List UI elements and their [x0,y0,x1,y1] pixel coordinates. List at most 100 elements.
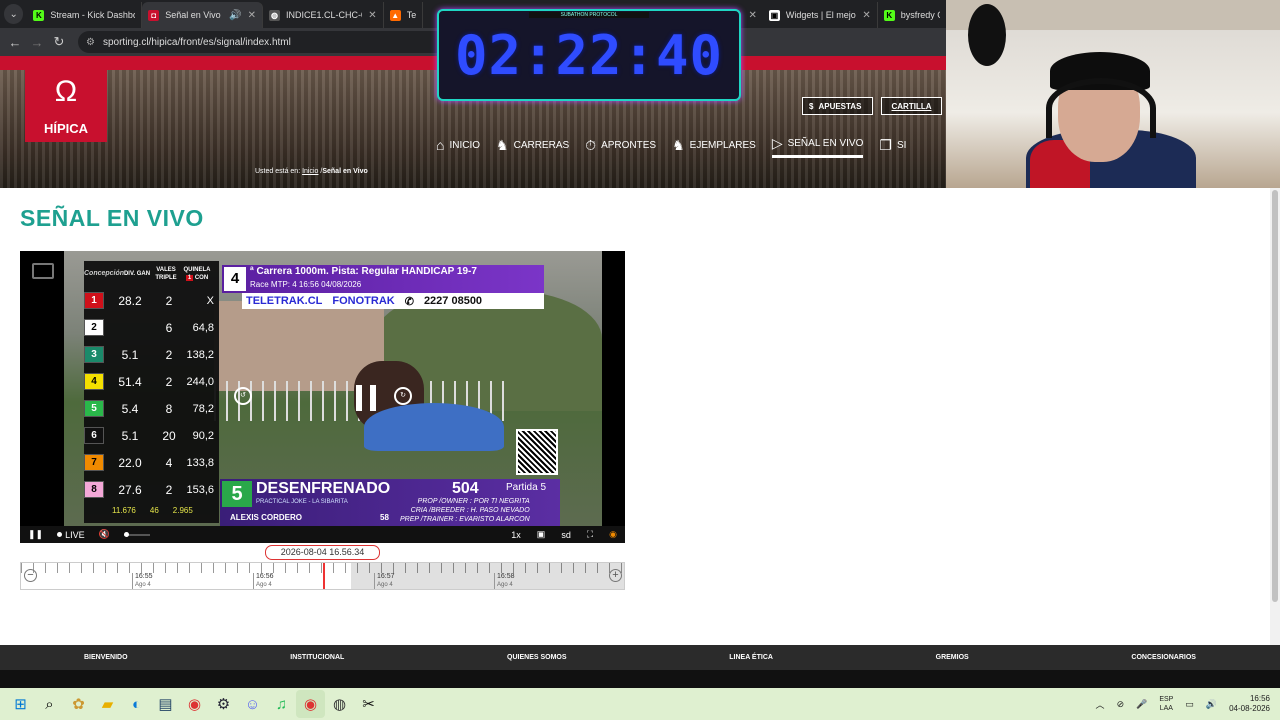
display-icon[interactable]: ▭ [1185,699,1194,710]
close-tab-icon[interactable]: ✕ [368,10,376,21]
audio-icon[interactable]: 🔊 [229,10,241,21]
video-player[interactable]: Concepción DIV. GAN VALES TRIPLE QUINELA… [20,251,625,543]
search-icon[interactable]: ⌕ [35,690,64,718]
browser-tab-active[interactable]: ◘ Señal en Vivo - Vi 🔊 ✕ [142,2,263,28]
site-info-icon[interactable]: ⚙ [86,37,95,48]
odds-triple: 20 [162,428,176,443]
video-frame[interactable]: Concepción DIV. GAN VALES TRIPLE QUINELA… [64,251,602,526]
obs-icon[interactable]: ◍ [325,690,354,718]
screens-icon: ❐ [879,136,892,153]
runner-info-bar: 5 DESENFRENADO 504 Partida 5 PRACTICAL J… [220,479,560,526]
breadcrumb-home-link[interactable]: Inicio [302,168,318,175]
zoom-in-icon[interactable]: + [609,569,622,582]
discord-icon[interactable]: ☺ [238,690,267,718]
nav-item-ejemplares[interactable]: ♞ EJEMPLARES [672,132,756,158]
forward-icon[interactable]: → [26,35,48,50]
volume-slider[interactable] [123,531,150,537]
odds-quinela: X [206,294,214,307]
speed-button[interactable]: 1x [511,530,521,540]
mute-icon[interactable]: 🔇 [99,529,110,540]
horse-icon: ♞ [496,136,509,153]
webcam-hat [968,4,1006,66]
quality-button[interactable]: sd [561,530,571,540]
page-scrollbar[interactable] [1270,188,1280,645]
zoom-out-icon[interactable]: − [24,569,37,582]
microphone-icon[interactable]: 🎤 [1136,699,1147,710]
footer-link-quienes-somos[interactable]: QUIENES SOMOS [507,654,567,661]
taskbar-clock[interactable]: 16:56 04-08-2026 [1229,694,1270,714]
language-indicator[interactable]: ESP LAA [1159,695,1173,713]
timeline-mark: 16:55 Ago 4 [132,573,153,589]
browser-tab[interactable]: ▲ Teletr [384,2,423,28]
chrome-active-icon[interactable]: ◉ [296,690,325,718]
horse-head-icon: ♞ [672,136,685,153]
file-explorer-icon[interactable]: ▰ [93,690,122,718]
nav-item-si[interactable]: ❐ SI [879,132,906,158]
odds-quinela: 244,0 [186,375,214,388]
fullscreen-icon[interactable]: ⛶ [587,529,593,540]
windows-start-icon[interactable]: ⊞ [6,690,35,718]
footer-link-gremios[interactable]: GREMIOS [936,654,969,661]
spotify-icon[interactable]: ♫ [267,690,296,718]
close-tab-icon[interactable]: ✕ [248,10,256,21]
capcut-icon[interactable]: ✂ [354,690,383,718]
pause-icon[interactable]: ❚❚ [28,529,43,540]
apuestas-button[interactable]: $ APUESTAS [802,97,873,115]
url-field[interactable]: ⚙ sporting.cl/hipica/front/es/signal/ind… [78,31,478,53]
odds-gan: 28.2 [118,293,142,308]
footer-link-institucional[interactable]: INSTITUCIONAL [290,654,344,661]
odds-triple: 2 [165,347,173,362]
odds-quinela: 90,2 [192,429,214,442]
edge-icon[interactable]: ◐ [122,690,151,718]
reload-icon[interactable]: ↻ [48,34,70,50]
browser-tab[interactable]: ◍ INDICE1.CL-CHC-04- ✕ [263,2,384,28]
runner-number-badge: 7 [84,454,104,471]
odds-row: 2 6 64,8 [84,314,219,341]
timeline-scrubber[interactable]: − 16:55 Ago 4 16:56 Ago 4 16:57 Ago 4 16:58… [20,562,625,590]
tray-chevron-icon[interactable]: ︿ [1096,698,1105,711]
odds-gan: 5.1 [121,428,139,443]
footer-link-concesionarios[interactable]: CONCESIONARIOS [1131,654,1196,661]
footer-link-bienvenido[interactable]: BIENVENIDO [84,654,128,661]
runner-owner-block: PROP /OWNER : POR TI NEGRITA CRIA /BREED… [400,498,530,523]
volume-icon[interactable]: 🔊 [1206,699,1217,710]
odds-board: Concepción DIV. GAN VALES TRIPLE QUINELA… [84,261,219,523]
video-umbrella [364,403,504,451]
nav-item-inicio[interactable]: ⌂ INICIO [436,132,480,158]
tab-search-icon[interactable]: ⌄ [4,4,24,24]
timeline-cursor[interactable] [323,563,325,589]
pip-icon[interactable]: ▣ [537,529,546,540]
odds-quinela: 64,8 [192,321,214,334]
odds-quinela: 133,8 [186,456,214,469]
network-off-icon[interactable]: ⊘ [1117,699,1125,710]
back-icon[interactable]: ← [4,35,26,50]
cartilla-button[interactable]: CARTILLA [881,97,942,115]
chrome-icon[interactable]: ◉ [180,690,209,718]
footer-link-linea-etica[interactable]: LINEA ÉTICA [729,654,773,661]
sporting-favicon-icon: ◘ [148,9,160,21]
play-circle-icon: ▷ [771,135,783,151]
nav-item-aprontes[interactable]: ⏱ APRONTES [585,132,656,158]
odds-header: Concepción DIV. GAN VALES TRIPLE QUINELA… [84,261,219,287]
scrollbar-thumb[interactable] [1272,190,1278,602]
rewind-icon[interactable]: ↺ [234,387,252,405]
nav-item-carreras[interactable]: ♞ CARRERAS [496,132,569,158]
browser-tab[interactable]: ▣ Widgets | El mejor so ✕ [763,2,878,28]
store-icon[interactable]: ▤ [151,690,180,718]
copilot-icon[interactable]: ✿ [64,690,93,718]
timeline-current-time: 2026-08-04 16.56.34 [265,545,380,560]
odds-gan: 51.4 [118,374,142,389]
close-tab-icon[interactable]: ✕ [862,10,870,21]
pause-overlay-icon[interactable] [356,385,376,411]
forward-skip-icon[interactable]: ↻ [394,387,412,405]
browser-tab[interactable]: K bysfredy C [878,2,946,28]
live-indicator[interactable]: LIVE [57,530,85,540]
steam-icon[interactable]: ⚙ [209,690,238,718]
cast-icon[interactable] [32,263,54,279]
hipica-logo[interactable]: Ω HÍPICA [25,69,107,142]
nav-item-senal-en-vivo[interactable]: ▷ SEÑAL EN VIVO [771,135,864,158]
browser-tab[interactable]: K Stream - Kick Dashbo [27,2,143,28]
close-tab-icon[interactable]: ✕ [748,10,756,21]
odds-row: 8 27.6 2 153,6 [84,476,219,503]
odds-row: 6 5.1 20 90,2 [84,422,219,449]
